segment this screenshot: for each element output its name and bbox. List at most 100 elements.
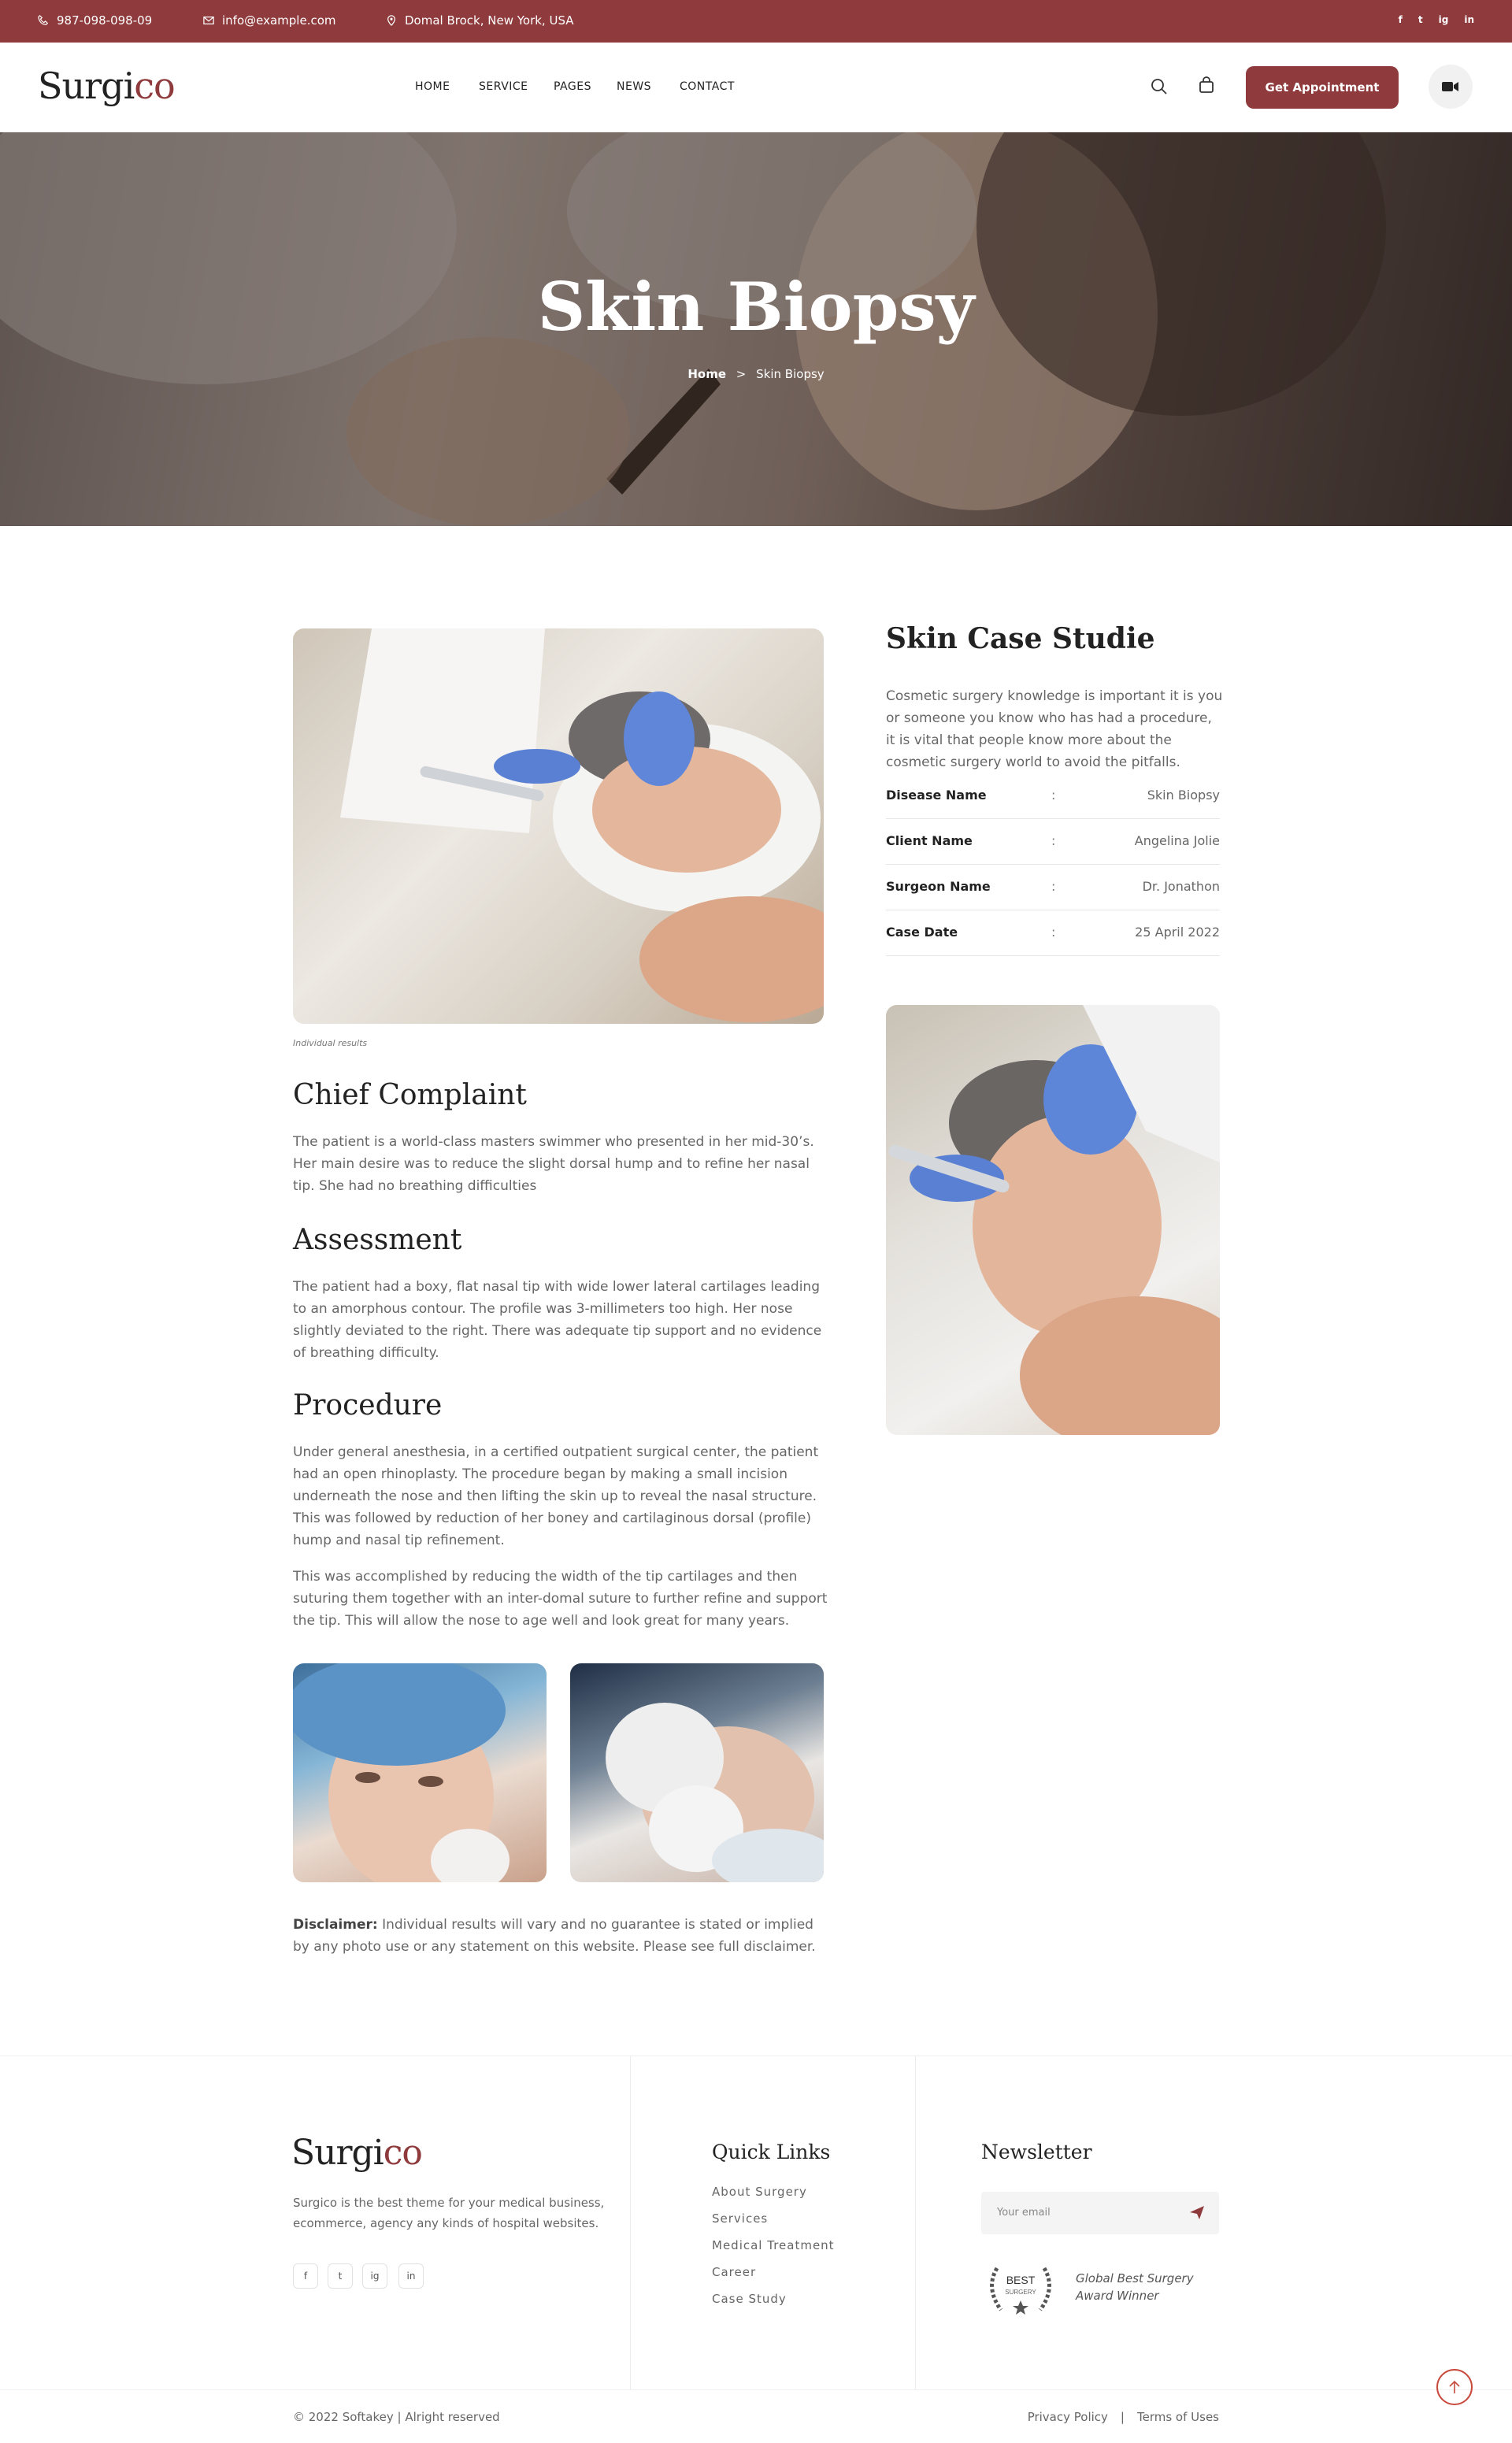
award-text: Global Best Surgery Award Winner [1076,2270,1194,2304]
info-row-surgeon: Surgeon Name: Dr. Jonathon [886,865,1220,910]
footer-twitter-icon[interactable]: t [328,2263,353,2289]
info-row-date: Case Date: 25 April 2022 [886,910,1220,956]
top-social-links: f t ig in [1399,14,1474,25]
address-contact: Domal Brock, New York, USA [386,13,574,28]
copyright-divider [0,2389,1512,2390]
nav-service[interactable]: SERVICE [479,80,554,93]
info-key: Client Name [886,833,973,848]
breadcrumb-current: Skin Biopsy [756,367,825,381]
policy-separator: | [1120,2410,1125,2424]
page-title: Skin Biopsy [537,268,975,346]
scroll-to-top-button[interactable] [1436,2369,1473,2405]
assessment-heading: Assessment [293,1224,462,1256]
procedure-text-2: This was accomplished by reducing the wi… [293,1569,828,1629]
case-image-right [570,1663,824,1882]
sidebar-case-image [886,1005,1220,1435]
shopping-bag-icon[interactable] [1197,76,1216,95]
footer-logo-main: Surgi [291,2133,384,2173]
quick-links-heading: Quick Links [712,2141,831,2163]
phone-icon [38,15,49,25]
main-case-image [293,628,824,1024]
video-camera-icon [1442,82,1458,91]
sidebar-title: Skin Case Studie [886,622,1155,655]
hero-banner: Skin Biopsy Home > Skin Biopsy [0,132,1512,526]
send-icon[interactable] [1189,2204,1205,2220]
footer-linkedin-icon[interactable]: in [398,2263,424,2289]
nav-news[interactable]: NEWS [617,80,680,93]
info-value: 25 April 2022 [1135,925,1220,940]
info-value: Dr. Jonathon [1142,879,1220,894]
phone-text: 987-098-098-09 [57,13,153,28]
search-icon[interactable] [1150,77,1169,96]
instagram-icon[interactable]: ig [1439,14,1449,25]
arrow-up-icon [1449,2380,1460,2393]
location-pin-icon [387,15,395,26]
site-header: Surgico HOME SERVICE PAGES NEWS CONTACT … [0,43,1512,132]
info-colon: : [1051,833,1056,848]
disclaimer-label: Disclaimer: [293,1917,378,1933]
badge-best: BEST [1006,2274,1036,2286]
laurel-wreath-icon: BEST SURGERY [990,2267,1051,2315]
logo-accent-text: co [134,65,175,107]
terms-link[interactable]: Terms of Uses [1137,2410,1219,2424]
logo-main-text: Surgi [38,65,135,107]
privacy-policy-link[interactable]: Privacy Policy [1028,2410,1108,2424]
star-icon [1013,2300,1028,2315]
info-colon: : [1051,788,1056,803]
email-contact[interactable]: info@example.com [203,13,336,28]
breadcrumb-home[interactable]: Home [687,367,726,381]
footer-column-divider [630,2056,631,2389]
linkedin-icon[interactable]: in [1464,14,1474,25]
email-placeholder: Your email [997,2207,1051,2219]
mail-icon [203,17,214,24]
email-text: info@example.com [222,13,336,28]
badge-surgery: SURGERY [1005,2289,1036,2296]
footer-facebook-icon[interactable]: f [293,2263,318,2289]
disclaimer: Disclaimer: Individual results will vary… [293,1914,828,1958]
procedure-text-1: Under general anesthesia, in a certified… [293,1444,819,1548]
info-key: Surgeon Name [886,879,991,894]
info-colon: : [1051,925,1056,940]
info-value: Angelina Jolie [1134,833,1220,848]
breadcrumb: Home > Skin Biopsy [0,367,1512,381]
video-button[interactable] [1429,65,1473,109]
chief-complaint-text: The patient is a world-class masters swi… [293,1134,814,1194]
footer-link-case-study[interactable]: Case Study [712,2292,787,2306]
site-logo[interactable]: Surgico [38,65,176,107]
footer-link-treatment[interactable]: Medical Treatment [712,2238,835,2252]
footer-instagram-icon[interactable]: ig [362,2263,387,2289]
twitter-icon[interactable]: t [1418,14,1423,25]
phone-contact[interactable]: 987-098-098-09 [38,13,152,28]
main-nav: HOME SERVICE PAGES NEWS CONTACT [415,80,735,93]
footer-logo[interactable]: Surgico [291,2133,423,2173]
get-appointment-button[interactable]: Get Appointment [1246,66,1399,109]
top-bar: 987-098-098-09 info@example.com Domal Br… [0,0,1512,43]
policy-links: Privacy Policy | Terms of Uses [1028,2410,1219,2424]
newsletter-heading: Newsletter [981,2141,1092,2163]
assessment-text: The patient had a boxy, flat nasal tip w… [293,1279,822,1361]
procedure-heading: Procedure [293,1389,443,1422]
info-key: Case Date [886,925,958,940]
footer-link-career[interactable]: Career [712,2265,756,2279]
copyright-text: © 2022 Softakey | Alright reserved [293,2410,500,2424]
footer-link-about[interactable]: About Surgery [712,2185,807,2199]
award-line-2: Award Winner [1076,2289,1159,2303]
award-badge: BEST SURGERY [981,2256,1060,2319]
award-line-1: Global Best Surgery [1076,2271,1194,2285]
info-value: Skin Biopsy [1147,788,1220,803]
chevron-right-icon: > [736,367,747,381]
image-caption: Individual results [293,1038,368,1048]
address-text: Domal Brock, New York, USA [405,13,574,28]
footer-link-services[interactable]: Services [712,2211,768,2226]
newsletter-email-input[interactable]: Your email [981,2192,1219,2234]
info-row-disease: Disease Name: Skin Biopsy [886,773,1220,819]
chief-complaint-heading: Chief Complaint [293,1079,527,1111]
nav-contact[interactable]: CONTACT [680,80,735,93]
nav-pages[interactable]: PAGES [554,80,617,93]
facebook-icon[interactable]: f [1399,14,1403,25]
footer-description: Surgico is the best theme for your medic… [293,2196,605,2230]
info-key: Disease Name [886,788,987,803]
nav-home[interactable]: HOME [415,80,479,93]
footer-logo-accent: co [383,2133,423,2173]
case-image-left [293,1663,547,1882]
